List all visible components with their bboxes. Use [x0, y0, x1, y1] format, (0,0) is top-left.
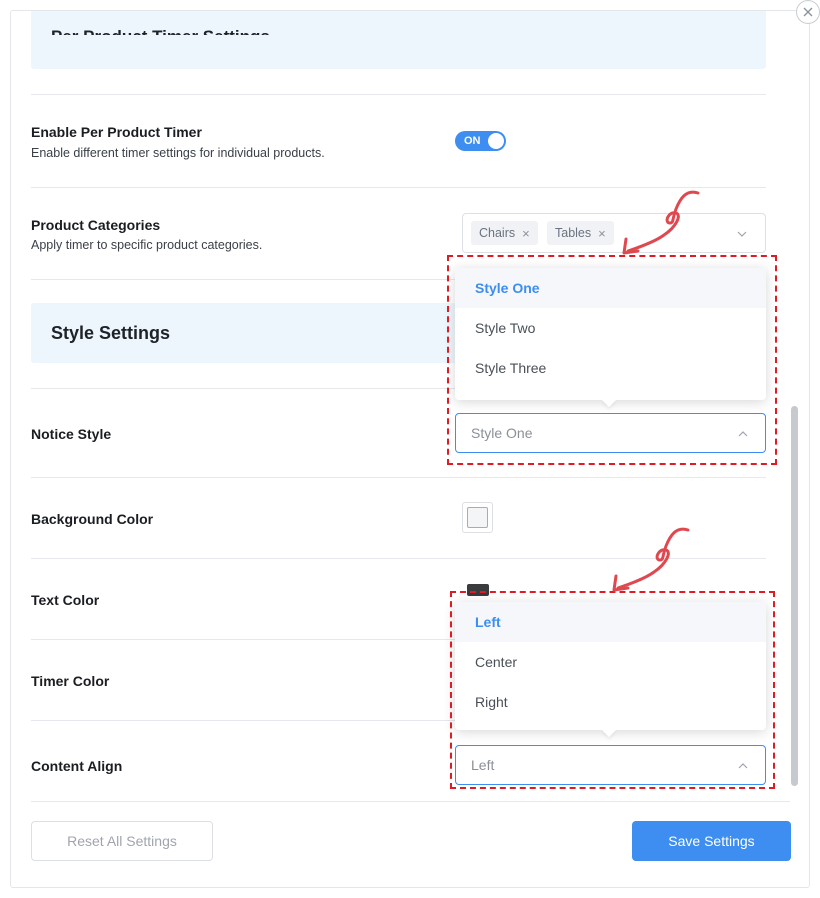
tag-label: Chairs [479, 226, 516, 240]
per-product-timer-title: Enable Per Product Timer [31, 124, 202, 140]
color-swatch [467, 507, 488, 528]
content-align-option-right[interactable]: Right [455, 682, 766, 722]
top-section-title: Per Product Timer Settings [51, 23, 270, 35]
per-product-timer-description: Enable different timer settings for indi… [31, 146, 325, 160]
chevron-down-icon [737, 231, 747, 237]
notice-style-dropdown: Style One Style Two Style Three [455, 268, 766, 408]
tag-remove-icon[interactable]: × [522, 226, 530, 241]
chevron-up-icon [738, 431, 748, 437]
toggle-label: ON [464, 135, 481, 147]
per-product-timer-toggle[interactable]: ON [455, 131, 506, 151]
close-button[interactable] [796, 0, 820, 24]
product-categories-title: Product Categories [31, 217, 161, 233]
background-color-picker[interactable] [462, 502, 493, 533]
notice-style-title: Notice Style [31, 426, 112, 442]
curved-arrow-annotation [612, 527, 690, 592]
text-color-title: Text Color [31, 592, 100, 608]
scrollbar[interactable] [791, 406, 798, 786]
reset-all-settings-button[interactable]: Reset All Settings [31, 821, 213, 861]
category-tag-tables: Tables × [547, 221, 614, 245]
timer-color-title: Timer Color [31, 673, 110, 689]
curved-arrow-annotation [622, 190, 700, 255]
close-icon [803, 7, 813, 17]
top-section-banner: Per Product Timer Settings [31, 11, 766, 69]
content-align-dropdown: Left Center Right [455, 602, 766, 738]
chevron-up-icon [738, 763, 748, 769]
footer-divider [31, 801, 790, 802]
notice-style-option-style-two[interactable]: Style Two [455, 308, 766, 348]
tag-label: Tables [555, 226, 592, 240]
content-align-option-center[interactable]: Center [455, 642, 766, 682]
text-color-picker[interactable] [467, 584, 489, 596]
toggle-knob [488, 133, 504, 149]
product-categories-description: Apply timer to specific product categori… [31, 238, 263, 252]
tag-remove-icon[interactable]: × [598, 226, 606, 241]
notice-style-select[interactable]: Style One [455, 413, 766, 453]
content-align-option-left[interactable]: Left [455, 602, 766, 642]
notice-style-value: Style One [471, 425, 533, 441]
divider [31, 477, 766, 478]
notice-style-option-style-one[interactable]: Style One [455, 268, 766, 308]
background-color-title: Background Color [31, 511, 154, 527]
content-align-title: Content Align [31, 758, 123, 774]
divider [31, 187, 766, 188]
notice-style-option-style-three[interactable]: Style Three [455, 348, 766, 388]
content-align-select[interactable]: Left [455, 745, 766, 785]
save-settings-button[interactable]: Save Settings [632, 821, 791, 861]
style-settings-title: Style Settings [51, 323, 171, 343]
product-categories-select[interactable]: Chairs × Tables × [462, 213, 766, 253]
divider [31, 94, 766, 95]
settings-modal: Per Product Timer Settings Enable Per Pr… [10, 10, 810, 888]
category-tag-chairs: Chairs × [471, 221, 538, 245]
content-align-value: Left [471, 757, 495, 773]
settings-scroll-area[interactable]: Per Product Timer Settings Enable Per Pr… [11, 11, 809, 806]
